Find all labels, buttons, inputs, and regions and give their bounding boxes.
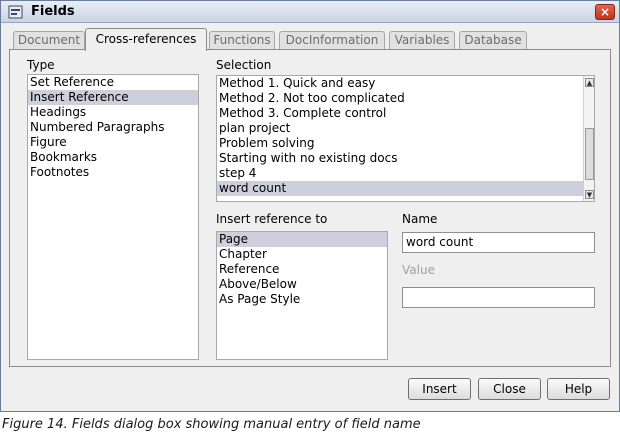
type-list[interactable]: Set Reference Insert Reference Headings … [27, 74, 199, 360]
value-field[interactable] [402, 287, 595, 308]
type-item-selected[interactable]: Insert Reference [28, 90, 198, 105]
dialog-title: Fields [31, 4, 75, 19]
name-field[interactable]: word count [402, 232, 595, 253]
value-label: Value [402, 263, 435, 277]
type-label: Type [27, 58, 55, 72]
selection-item[interactable]: Starting with no existing docs [217, 151, 594, 166]
insert-reference-list[interactable]: Page Chapter Reference Above/Below As Pa… [216, 231, 388, 360]
selection-item-selected[interactable]: word count [217, 181, 583, 196]
selection-item[interactable]: step 4 [217, 166, 594, 181]
tab-variables[interactable]: Variables [389, 31, 455, 50]
insert-reference-item[interactable]: Reference [217, 262, 387, 277]
type-item[interactable]: Bookmarks [28, 150, 198, 165]
type-item[interactable]: Headings [28, 105, 198, 120]
selection-item[interactable]: Method 1. Quick and easy [217, 76, 594, 91]
selection-item[interactable]: plan project [217, 121, 594, 136]
type-item[interactable]: Footnotes [28, 165, 198, 180]
selection-item[interactable]: Method 3. Complete control [217, 106, 594, 121]
cross-references-panel: Type Set Reference Insert Reference Head… [9, 49, 611, 367]
fields-app-icon [8, 5, 23, 19]
scroll-up-icon[interactable]: ▲ [585, 78, 594, 87]
selection-item[interactable]: Method 2. Not too complicated [217, 91, 594, 106]
selection-list[interactable]: Method 1. Quick and easy Method 2. Not t… [216, 75, 595, 202]
close-window-button[interactable]: × [595, 4, 615, 20]
tab-docinformation[interactable]: DocInformation [279, 31, 385, 50]
insert-reference-item[interactable]: As Page Style [217, 292, 387, 307]
figure-caption: Figure 14. Fields dialog box showing man… [2, 417, 421, 432]
type-item[interactable]: Figure [28, 135, 198, 150]
type-item[interactable]: Numbered Paragraphs [28, 120, 198, 135]
close-button[interactable]: Close [478, 378, 541, 400]
selection-label: Selection [216, 58, 272, 72]
tab-cross-references[interactable]: Cross-references [85, 28, 207, 51]
insert-reference-item[interactable]: Above/Below [217, 277, 387, 292]
insert-button[interactable]: Insert [408, 378, 471, 400]
insert-reference-item-selected[interactable]: Page [217, 232, 387, 247]
selection-item[interactable]: Problem solving [217, 136, 594, 151]
insert-reference-item[interactable]: Chapter [217, 247, 387, 262]
name-label: Name [402, 212, 438, 226]
title-bar: Fields × [1, 1, 619, 23]
help-button[interactable]: Help [547, 378, 610, 400]
insert-reference-label: Insert reference to [216, 212, 328, 226]
selection-scrollbar[interactable]: ▲ ▼ [583, 76, 594, 201]
scroll-thumb[interactable] [585, 128, 594, 180]
type-item[interactable]: Set Reference [28, 75, 198, 90]
fields-dialog: Fields × Document Cross-references Funct… [0, 0, 620, 412]
scroll-down-icon[interactable]: ▼ [585, 190, 594, 199]
tab-functions[interactable]: Functions [209, 31, 275, 50]
tab-document[interactable]: Document [13, 31, 85, 50]
tab-database[interactable]: Database [459, 31, 527, 50]
close-icon: × [599, 5, 611, 19]
